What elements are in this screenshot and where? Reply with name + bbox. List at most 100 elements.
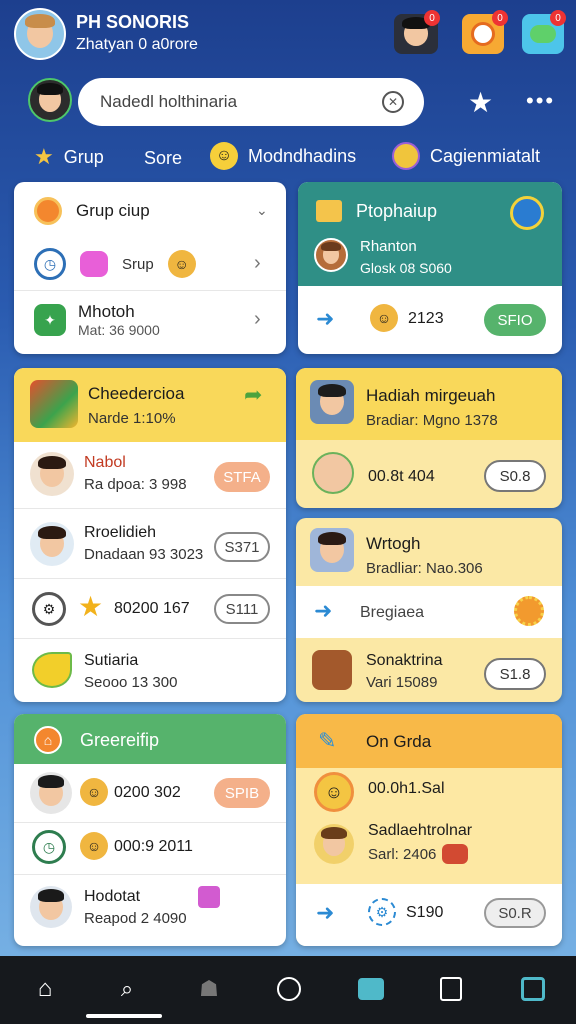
player-name-1: Nabol — [84, 454, 126, 471]
token-face-icon-1: ☺ — [80, 778, 108, 806]
profile-offer-card[interactable]: Ptophaiup Rhanton Glosk 08 S060 ➜ ☺ 2123… — [298, 182, 562, 354]
nav-checklist-icon[interactable] — [436, 974, 466, 1004]
group-row-label: Srup — [122, 255, 154, 273]
orange-badge-icon — [34, 197, 62, 225]
face-token-icon: ☺ — [370, 304, 398, 332]
reward-gift-button[interactable]: S0.8 — [484, 460, 546, 492]
gear-icon: ⚙ — [368, 898, 396, 926]
promo-sub: Sarl: 2406 — [368, 846, 437, 863]
search-input[interactable]: Nadedl holthinaria — [100, 92, 237, 112]
pen-icon: ✎ — [318, 728, 337, 753]
challenge-sub: Narde 1:10% — [88, 410, 176, 427]
member-name-3: Hodotat — [84, 888, 141, 905]
offer-value: 2123 — [408, 310, 444, 327]
favorites-star-icon[interactable]: ★ — [468, 86, 493, 119]
ball-icon — [471, 22, 495, 46]
player-action-button-1[interactable]: STFA — [214, 462, 270, 492]
search-bar[interactable]: Nadedl holthinaria ✕ — [78, 78, 424, 126]
promo-value-1: 00.0h1.Sal — [368, 780, 445, 797]
bald-avatar — [312, 452, 354, 494]
smiley-icon: ☺ — [210, 142, 238, 170]
group-card-title: Grup ciup — [76, 201, 150, 220]
offer-avatar — [314, 238, 348, 272]
filter-cagienmiatalt[interactable]: Cagienmiatalt — [392, 142, 540, 170]
smiley-badge-icon: ☺ — [314, 772, 354, 812]
emoji-face-icon: ☺ — [167, 250, 196, 278]
notification-badge-2: 0 — [492, 10, 508, 26]
player-avatar-2 — [30, 522, 74, 566]
promo-value-3: S190 — [406, 904, 444, 921]
home-indicator-bar — [86, 1014, 162, 1018]
clock-icon: ◷ — [34, 248, 66, 280]
watch-item-button[interactable]: S1.8 — [484, 658, 546, 690]
lemon-icon — [32, 652, 72, 688]
profile-subtitle: Zhatyan 0 a0rore — [76, 36, 198, 53]
offer-buy-button[interactable]: SFIO — [484, 304, 546, 336]
collapse-chevron-icon[interactable]: ⌄ — [256, 202, 268, 219]
player-action-button-2[interactable]: S371 — [214, 532, 270, 562]
reward-gift-card[interactable]: Hadiah mirgeuah Bradiar: Mgno 1378 00.8t… — [296, 368, 562, 508]
reward-gift-title: Hadiah mirgeuah — [366, 386, 496, 405]
nav-home-icon[interactable]: ⌂ — [30, 974, 60, 1004]
pink-chat-icon — [80, 251, 108, 277]
player-name-2: Rroelidieh — [84, 524, 157, 541]
offer-sub: Glosk 08 S060 — [360, 260, 452, 276]
member-value-1: 0200 302 — [114, 784, 181, 801]
profile-name: PH SONORIS — [76, 12, 190, 32]
member-sub-3: Reapod 2 4090 — [84, 910, 187, 927]
clock-icon-2: ◷ — [32, 830, 66, 864]
home-badge-icon: ⌂ — [34, 726, 62, 754]
chat-icon — [530, 25, 556, 43]
coin-roll-icon — [442, 844, 468, 864]
arrow-right-icon[interactable]: ➜ — [316, 306, 334, 332]
clear-search-icon[interactable]: ✕ — [382, 91, 404, 113]
promo-avatar — [314, 824, 354, 864]
more-options-icon[interactable]: ••• — [526, 88, 555, 114]
motion-title: Mhotoh — [78, 302, 135, 321]
arrow-right-icon-3[interactable]: ➜ — [316, 900, 334, 926]
green-diamond-icon: ✦ — [34, 304, 66, 336]
member-avatar-3 — [30, 886, 72, 928]
member-action-button-1[interactable]: SPIB — [214, 778, 270, 808]
reward-button[interactable]: S111 — [214, 594, 270, 624]
arrow-right-icon-2[interactable]: ➜ — [314, 598, 332, 624]
game-thumbnail — [30, 380, 78, 428]
filter-grup[interactable]: ★ Grup — [34, 144, 104, 170]
promo-name: Sadlaehtrolnar — [368, 822, 473, 839]
hammer-icon — [312, 650, 352, 690]
nav-notes-icon[interactable] — [518, 974, 548, 1004]
player-sub-2: Dnadaan 93 3023 — [84, 546, 204, 563]
host-avatar — [310, 380, 354, 424]
gift-icon — [316, 200, 342, 222]
filter-sore-label[interactable]: Sore — [144, 148, 182, 169]
nav-search-icon[interactable]: ⌕ — [112, 974, 142, 1004]
watch-sub: Bradliar: Nao.306 — [366, 560, 483, 577]
member-avatar-1 — [30, 772, 72, 814]
member-value-2: 000:9 2011 — [114, 838, 193, 855]
row-chevron-right-icon-2[interactable]: › — [254, 308, 261, 331]
challenge-card[interactable]: Cheedercioa Narde 1:10% ➦ Nabol Ra dpoa:… — [14, 368, 286, 702]
orange-promo-title: On Grda — [366, 732, 432, 751]
nav-tasks-icon[interactable] — [356, 974, 386, 1004]
reward-gift-value: 00.8t 404 — [368, 468, 435, 485]
filter-modndhadins[interactable]: ☺ Modndhadins — [210, 142, 356, 170]
star-face-icon: ★ — [34, 144, 54, 169]
nav-profile-icon[interactable]: ☗ — [194, 974, 224, 1004]
watch-progress-label: Bregiaea — [360, 604, 425, 621]
profile-avatar[interactable] — [14, 8, 66, 60]
promo-action-button[interactable]: S0.R — [484, 898, 546, 928]
nav-compass-icon[interactable] — [274, 974, 304, 1004]
watch-title: Wrtogh — [366, 534, 421, 553]
item-name-4: Sutiaria — [84, 652, 139, 669]
user-avatar[interactable] — [28, 78, 72, 122]
row-chevron-right-icon[interactable]: › — [254, 252, 261, 275]
watch-card[interactable]: Wrtogh Bradliar: Nao.306 ➜ Bregiaea Sona… — [296, 518, 562, 702]
orange-promo-card[interactable]: ✎ On Grda ☺ 00.0h1.Sal Sadlaehtrolnar Sa… — [296, 714, 562, 946]
player-avatar-1 — [30, 452, 74, 496]
share-arrow-icon[interactable]: ➦ — [244, 382, 262, 408]
emoji-icon — [392, 142, 420, 170]
reward-gift-sub: Bradiar: Mgno 1378 — [366, 412, 498, 429]
gift-box-icon — [198, 886, 220, 908]
green-group-card[interactable]: ⌂ Greereifip ☺ 0200 302 SPIB ◷ ☺ 000:9 2… — [14, 714, 286, 946]
group-card[interactable]: Grup ciup ⌄ ◷ Srup ☺ › ✦ Mhotoh Mat: 36 … — [14, 182, 286, 354]
